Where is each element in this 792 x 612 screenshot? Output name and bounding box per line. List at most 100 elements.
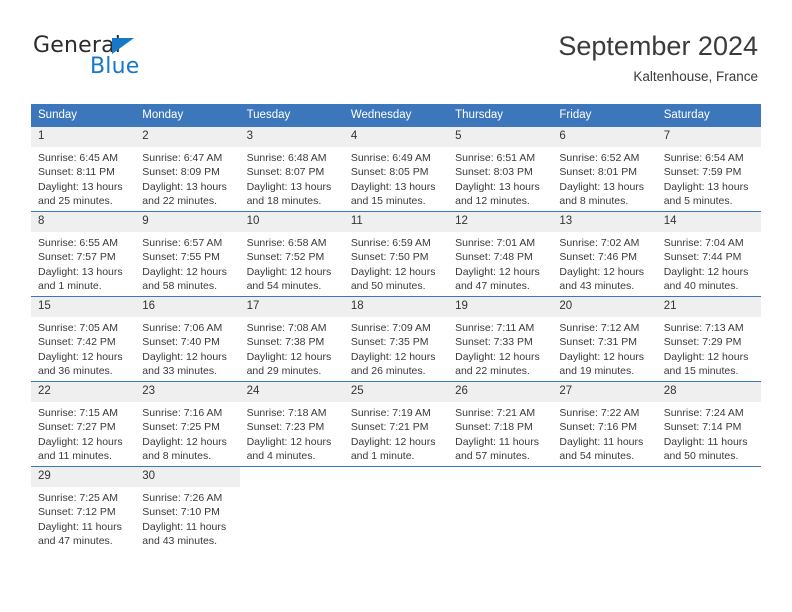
calendar-day-cell[interactable]: 29 Sunrise: 7:25 AM Sunset: 7:12 PM Dayligh… <box>31 466 136 551</box>
daylight-duration-line2: and 15 minutes. <box>663 364 739 377</box>
daylight-duration-line1: Daylight: 13 hours <box>246 180 332 193</box>
general-blue-logo[interactable]: General Blue <box>33 33 213 85</box>
sunrise-time: Sunrise: 7:12 AM <box>559 322 640 334</box>
day-cell-inner: 15 Sunrise: 7:05 AM Sunset: 7:42 PM Dayligh… <box>31 297 136 381</box>
sunset-time: Sunset: 7:52 PM <box>246 251 325 264</box>
daylight-duration-line2: and 8 minutes. <box>559 194 629 207</box>
day-cell-inner: 30 Sunrise: 7:26 AM Sunset: 7:10 PM Dayligh… <box>135 467 240 551</box>
day-cell-inner: 24 Sunrise: 7:18 AM Sunset: 7:23 PM Dayligh… <box>239 382 344 466</box>
sunrise-time: Sunrise: 7:19 AM <box>350 407 431 419</box>
daylight-duration-line2: and 50 minutes. <box>350 279 426 292</box>
calendar-day-cell[interactable]: 18 Sunrise: 7:09 AM Sunset: 7:35 PM Dayligh… <box>343 296 449 382</box>
sunset-time: Sunset: 7:27 PM <box>38 421 116 434</box>
sunset-time: Sunset: 8:05 PM <box>350 166 429 179</box>
calendar-day-cell[interactable]: 11 Sunrise: 6:59 AM Sunset: 7:50 PM Dayligh… <box>343 211 449 297</box>
calendar-day-cell[interactable]: 14 Sunrise: 7:04 AM Sunset: 7:44 PM Dayligh… <box>656 211 761 297</box>
sunrise-time: Sunrise: 7:04 AM <box>663 237 744 249</box>
calendar-day-cell[interactable]: 15 Sunrise: 7:05 AM Sunset: 7:42 PM Dayligh… <box>31 296 136 382</box>
day-number: 29 <box>31 467 136 487</box>
calendar-day-cell[interactable]: 30 Sunrise: 7:26 AM Sunset: 7:10 PM Dayligh… <box>135 466 240 551</box>
day-cell-inner: 10 Sunrise: 6:58 AM Sunset: 7:52 PM Dayligh… <box>239 212 344 296</box>
calendar-day-cell[interactable]: 25 Sunrise: 7:19 AM Sunset: 7:21 PM Dayligh… <box>343 381 449 467</box>
calendar-day-cell[interactable]: 2 Sunrise: 6:47 AM Sunset: 8:09 PM Daylight… <box>135 126 240 212</box>
day-number: 20 <box>552 297 657 317</box>
day-cell-inner <box>240 467 344 551</box>
daylight-duration-line1: Daylight: 12 hours <box>663 350 749 363</box>
day-sun-info: Sunrise: 7:16 AM Sunset: 7:25 PM Daylight:… <box>135 402 239 463</box>
day-cell-inner: 27 Sunrise: 7:22 AM Sunset: 7:16 PM Dayligh… <box>552 382 657 466</box>
sunrise-time: Sunrise: 7:26 AM <box>142 492 223 504</box>
sunrise-time: Sunrise: 7:22 AM <box>559 407 640 419</box>
daylight-duration-line2: and 54 minutes. <box>246 279 322 292</box>
calendar-week-row: 22 Sunrise: 7:15 AM Sunset: 7:27 PM Dayligh… <box>31 381 761 467</box>
day-sun-info: Sunrise: 6:54 AM Sunset: 7:59 PM Daylight:… <box>657 147 761 208</box>
calendar-day-cell-empty <box>448 466 553 551</box>
calendar-day-cell[interactable]: 21 Sunrise: 7:13 AM Sunset: 7:29 PM Dayligh… <box>656 296 761 382</box>
day-cell-inner: 25 Sunrise: 7:19 AM Sunset: 7:21 PM Dayligh… <box>343 382 449 466</box>
day-sun-info: Sunrise: 7:24 AM Sunset: 7:14 PM Daylight:… <box>657 402 761 463</box>
sunset-time: Sunset: 7:50 PM <box>350 251 429 264</box>
day-sun-info: Sunrise: 7:06 AM Sunset: 7:40 PM Daylight:… <box>135 317 239 378</box>
calendar-day-cell[interactable]: 8 Sunrise: 6:55 AM Sunset: 7:57 PM Daylight… <box>31 211 136 297</box>
calendar-day-cell[interactable]: 26 Sunrise: 7:21 AM Sunset: 7:18 PM Dayligh… <box>448 381 553 467</box>
day-number: 23 <box>135 382 240 402</box>
daylight-duration-line1: Daylight: 13 hours <box>350 180 436 193</box>
sunset-time: Sunset: 7:38 PM <box>246 336 325 349</box>
sunset-time: Sunset: 7:55 PM <box>142 251 220 264</box>
day-cell-inner: 14 Sunrise: 7:04 AM Sunset: 7:44 PM Dayligh… <box>656 212 761 296</box>
daylight-duration-line2: and 47 minutes. <box>38 534 113 547</box>
daylight-duration-line1: Daylight: 11 hours <box>455 435 539 448</box>
sunset-time: Sunset: 8:01 PM <box>559 166 638 179</box>
weekday-header-row: Sunday Monday Tuesday Wednesday Thursday Frid… <box>31 104 761 127</box>
calendar-day-cell[interactable]: 23 Sunrise: 7:16 AM Sunset: 7:25 PM Dayligh… <box>135 381 240 467</box>
daylight-duration-line1: Daylight: 13 hours <box>559 180 645 193</box>
sunrise-time: Sunrise: 6:57 AM <box>142 237 223 249</box>
calendar-day-cell[interactable]: 6 Sunrise: 6:52 AM Sunset: 8:01 PM Daylight… <box>552 126 657 212</box>
calendar-day-cell[interactable]: 13 Sunrise: 7:02 AM Sunset: 7:46 PM Dayligh… <box>552 211 657 297</box>
calendar-day-cell[interactable]: 1 Sunrise: 6:45 AM Sunset: 8:11 PM Daylight… <box>31 126 136 212</box>
daylight-duration-line1: Daylight: 12 hours <box>663 265 749 278</box>
calendar-day-cell[interactable]: 20 Sunrise: 7:12 AM Sunset: 7:31 PM Dayligh… <box>552 296 657 382</box>
calendar-day-cell[interactable]: 5 Sunrise: 6:51 AM Sunset: 8:03 PM Daylight… <box>448 126 553 212</box>
day-sun-info: Sunrise: 7:01 AM Sunset: 7:48 PM Daylight:… <box>448 232 552 293</box>
calendar-day-cell[interactable]: 12 Sunrise: 7:01 AM Sunset: 7:48 PM Dayligh… <box>448 211 553 297</box>
sunset-time: Sunset: 7:59 PM <box>663 166 742 179</box>
day-number: 7 <box>656 127 761 147</box>
daylight-duration-line1: Daylight: 13 hours <box>38 265 123 278</box>
calendar-day-cell[interactable]: 24 Sunrise: 7:18 AM Sunset: 7:23 PM Dayligh… <box>239 381 344 467</box>
day-cell-inner: 1 Sunrise: 6:45 AM Sunset: 8:11 PM Daylight… <box>31 127 136 211</box>
calendar-day-cell[interactable]: 17 Sunrise: 7:08 AM Sunset: 7:38 PM Dayligh… <box>239 296 344 382</box>
calendar-day-cell[interactable]: 19 Sunrise: 7:11 AM Sunset: 7:33 PM Dayligh… <box>448 296 553 382</box>
sunset-time: Sunset: 7:23 PM <box>246 421 325 434</box>
daylight-duration-line2: and 40 minutes. <box>663 279 739 292</box>
calendar-day-cell[interactable]: 4 Sunrise: 6:49 AM Sunset: 8:05 PM Daylight… <box>343 126 449 212</box>
sunrise-time: Sunrise: 7:01 AM <box>455 237 536 249</box>
sunrise-time: Sunrise: 7:09 AM <box>350 322 431 334</box>
calendar-day-cell[interactable]: 10 Sunrise: 6:58 AM Sunset: 7:52 PM Dayligh… <box>239 211 344 297</box>
daylight-duration-line1: Daylight: 11 hours <box>142 520 227 533</box>
calendar-day-cell[interactable]: 9 Sunrise: 6:57 AM Sunset: 7:55 PM Daylight… <box>135 211 240 297</box>
day-sun-info: Sunrise: 7:13 AM Sunset: 7:29 PM Daylight:… <box>657 317 761 378</box>
day-number: 21 <box>656 297 761 317</box>
calendar-day-cell[interactable]: 3 Sunrise: 6:48 AM Sunset: 8:07 PM Daylight… <box>239 126 344 212</box>
daylight-duration-line1: Daylight: 12 hours <box>455 265 540 278</box>
daylight-duration-line2: and 50 minutes. <box>663 449 739 462</box>
day-sun-info: Sunrise: 7:02 AM Sunset: 7:46 PM Daylight:… <box>552 232 656 293</box>
calendar-day-cell[interactable]: 16 Sunrise: 7:06 AM Sunset: 7:40 PM Dayligh… <box>135 296 240 382</box>
title-block: September 2024 Kaltenhouse, France <box>558 30 758 85</box>
sunset-time: Sunset: 7:25 PM <box>142 421 220 434</box>
calendar-day-cell[interactable]: 7 Sunrise: 6:54 AM Sunset: 7:59 PM Daylight… <box>656 126 761 212</box>
daylight-duration-line1: Daylight: 12 hours <box>38 435 123 448</box>
day-cell-inner: 21 Sunrise: 7:13 AM Sunset: 7:29 PM Dayligh… <box>656 297 761 381</box>
day-sun-info: Sunrise: 7:04 AM Sunset: 7:44 PM Daylight:… <box>657 232 761 293</box>
day-cell-inner: 16 Sunrise: 7:06 AM Sunset: 7:40 PM Dayligh… <box>135 297 240 381</box>
day-cell-inner: 28 Sunrise: 7:24 AM Sunset: 7:14 PM Dayligh… <box>656 382 761 466</box>
day-sun-info: Sunrise: 7:15 AM Sunset: 7:27 PM Daylight:… <box>31 402 135 463</box>
day-number: 8 <box>31 212 136 232</box>
calendar-day-cell[interactable]: 22 Sunrise: 7:15 AM Sunset: 7:27 PM Dayligh… <box>31 381 136 467</box>
daylight-duration-line2: and 29 minutes. <box>246 364 322 377</box>
calendar-day-cell[interactable]: 28 Sunrise: 7:24 AM Sunset: 7:14 PM Dayligh… <box>656 381 761 467</box>
calendar-day-cell[interactable]: 27 Sunrise: 7:22 AM Sunset: 7:16 PM Dayligh… <box>552 381 657 467</box>
day-sun-info: Sunrise: 7:08 AM Sunset: 7:38 PM Daylight:… <box>240 317 344 378</box>
daylight-duration-line1: Daylight: 13 hours <box>455 180 540 193</box>
